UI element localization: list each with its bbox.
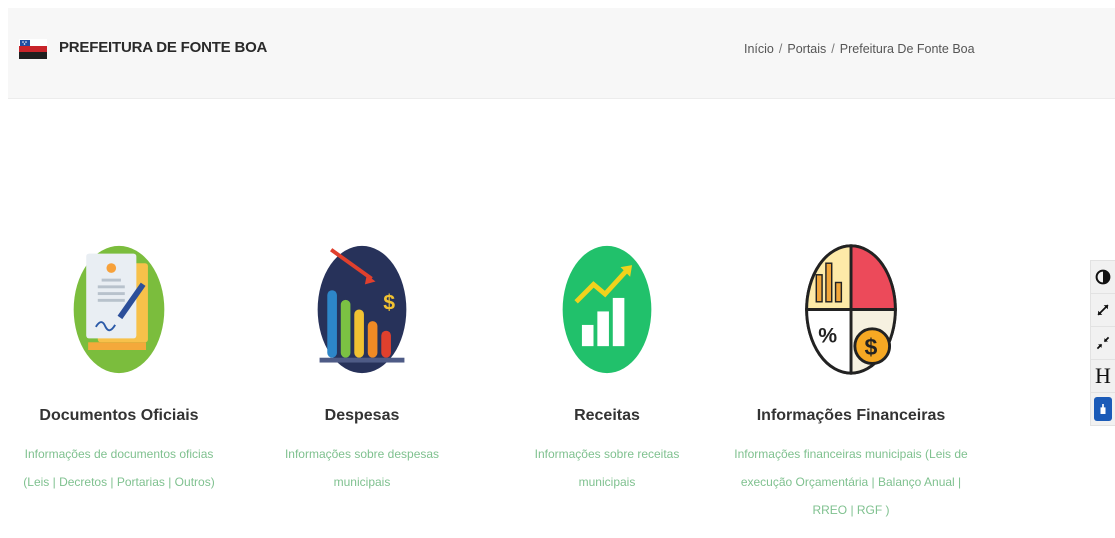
card-title[interactable]: Informações Financeiras: [728, 407, 974, 425]
financial-pie-icon: % $: [805, 244, 897, 375]
card-receitas[interactable]: Receitas Informações sobre receitas muni…: [506, 240, 708, 490]
breadcrumb-separator: /: [778, 42, 783, 56]
card-informacoes-financeiras[interactable]: % $ Informações Financeiras Informações …: [728, 240, 974, 530]
breadcrumb-current: Prefeitura De Fonte Boa: [839, 42, 975, 56]
card-description: Informações sobre receitas municipais: [534, 447, 680, 489]
card-title[interactable]: Receitas: [506, 407, 708, 425]
accessibility-toolbar: H: [1090, 260, 1115, 426]
flag-icon: [19, 39, 47, 59]
falling-bar-chart-icon: $: [317, 245, 407, 374]
card-title[interactable]: Despesas: [258, 407, 466, 425]
card-description: Informações sobre despesas municipais: [284, 447, 440, 489]
heading-icon[interactable]: H: [1091, 360, 1115, 393]
vlibras-icon[interactable]: [1091, 393, 1115, 425]
contrast-icon[interactable]: [1091, 261, 1115, 294]
breadcrumb: Início / Portais / Prefeitura De Fonte Boa: [744, 42, 975, 56]
breadcrumb-portais[interactable]: Portais: [787, 42, 826, 56]
rising-bar-chart-icon: [562, 245, 652, 374]
card-description: Informações de documentos oficias (Leis …: [23, 447, 215, 489]
header-bar: PREFEITURA DE FONTE BOA Início / Portais / P…: [8, 8, 1115, 99]
card-documentos-oficiais[interactable]: Documentos Oficiais Informações de docum…: [10, 240, 228, 490]
site-title[interactable]: PREFEITURA DE FONTE BOA: [59, 39, 267, 56]
zoom-in-icon[interactable]: [1091, 294, 1115, 327]
svg-text:$: $: [383, 292, 395, 315]
card-title[interactable]: Documentos Oficiais: [10, 407, 228, 425]
card-description: Informações financeiras municipais (Leis…: [734, 447, 968, 517]
svg-text:$: $: [865, 334, 878, 360]
svg-text:%: %: [818, 324, 837, 347]
breadcrumb-home[interactable]: Início: [744, 42, 774, 56]
card-despesas[interactable]: $ Despesas Informações sobre despesas mu…: [258, 240, 466, 490]
breadcrumb-separator: /: [831, 42, 835, 56]
document-signing-icon: [73, 245, 165, 374]
zoom-out-icon[interactable]: [1091, 327, 1115, 360]
